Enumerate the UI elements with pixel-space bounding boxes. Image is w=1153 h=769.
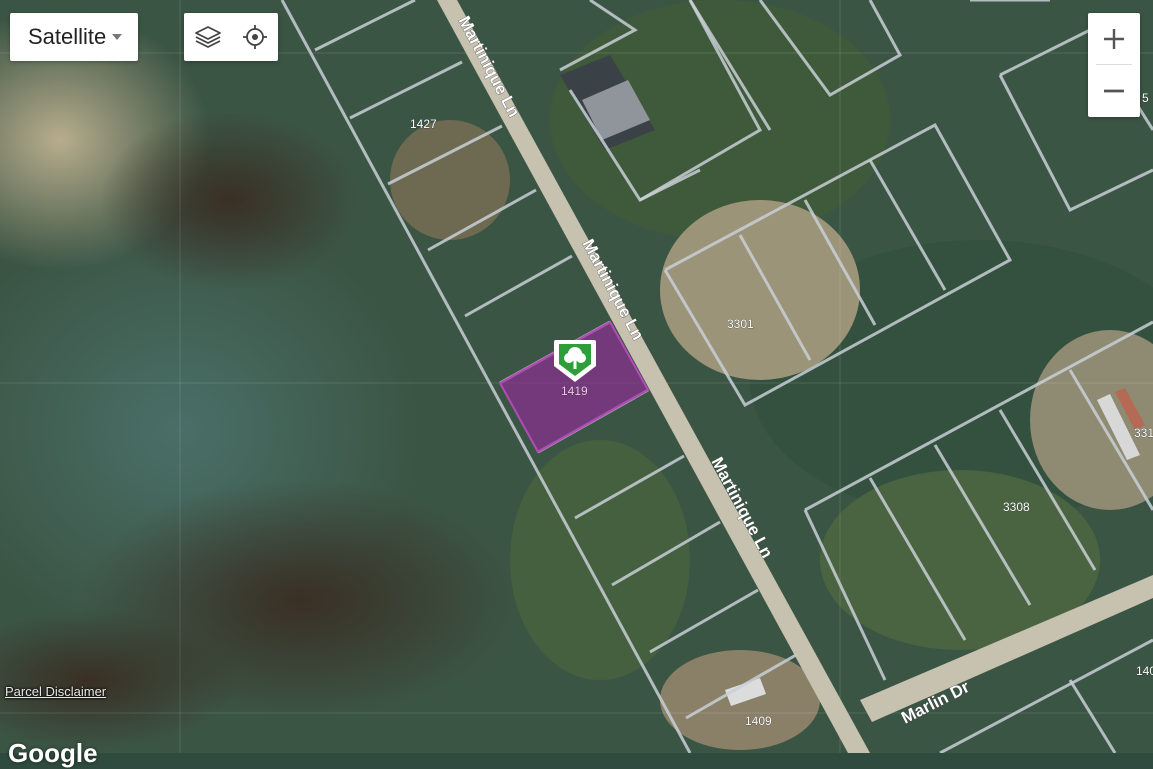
caret-down-icon bbox=[112, 34, 123, 40]
parcel-number: 1409 bbox=[745, 714, 772, 728]
parcel-disclaimer-link[interactable]: Parcel Disclaimer bbox=[5, 684, 106, 699]
parcel-number: 1419 bbox=[561, 384, 588, 398]
zoom-in-button[interactable] bbox=[1088, 13, 1140, 64]
parcel-number: 5 bbox=[1142, 91, 1149, 105]
plus-icon bbox=[1104, 28, 1124, 49]
layers-button[interactable] bbox=[188, 17, 228, 57]
parcel-number: 3308 bbox=[1003, 500, 1030, 514]
parcel-number: 331 bbox=[1134, 426, 1153, 440]
satellite-map[interactable]: Martinique Ln Martinique Ln Martinique L… bbox=[0, 0, 1153, 753]
locate-icon bbox=[242, 25, 267, 49]
layers-icon bbox=[194, 26, 221, 48]
parcel-number: 1427 bbox=[410, 117, 437, 131]
locate-button[interactable] bbox=[235, 17, 275, 57]
google-logo: Google bbox=[8, 738, 98, 768]
cleared-lot bbox=[390, 120, 510, 240]
map-type-label: Satellite bbox=[28, 24, 107, 49]
zoom-controls bbox=[1088, 13, 1140, 117]
map-tools bbox=[184, 13, 278, 61]
mud-area bbox=[100, 110, 360, 290]
zoom-out-button[interactable] bbox=[1088, 65, 1140, 116]
map-type-dropdown[interactable]: Satellite bbox=[10, 13, 138, 61]
parcel-number: 140 bbox=[1136, 664, 1153, 678]
cleared-lot bbox=[660, 200, 860, 380]
parcel-number: 3301 bbox=[727, 317, 754, 331]
minus-icon bbox=[1104, 89, 1124, 92]
